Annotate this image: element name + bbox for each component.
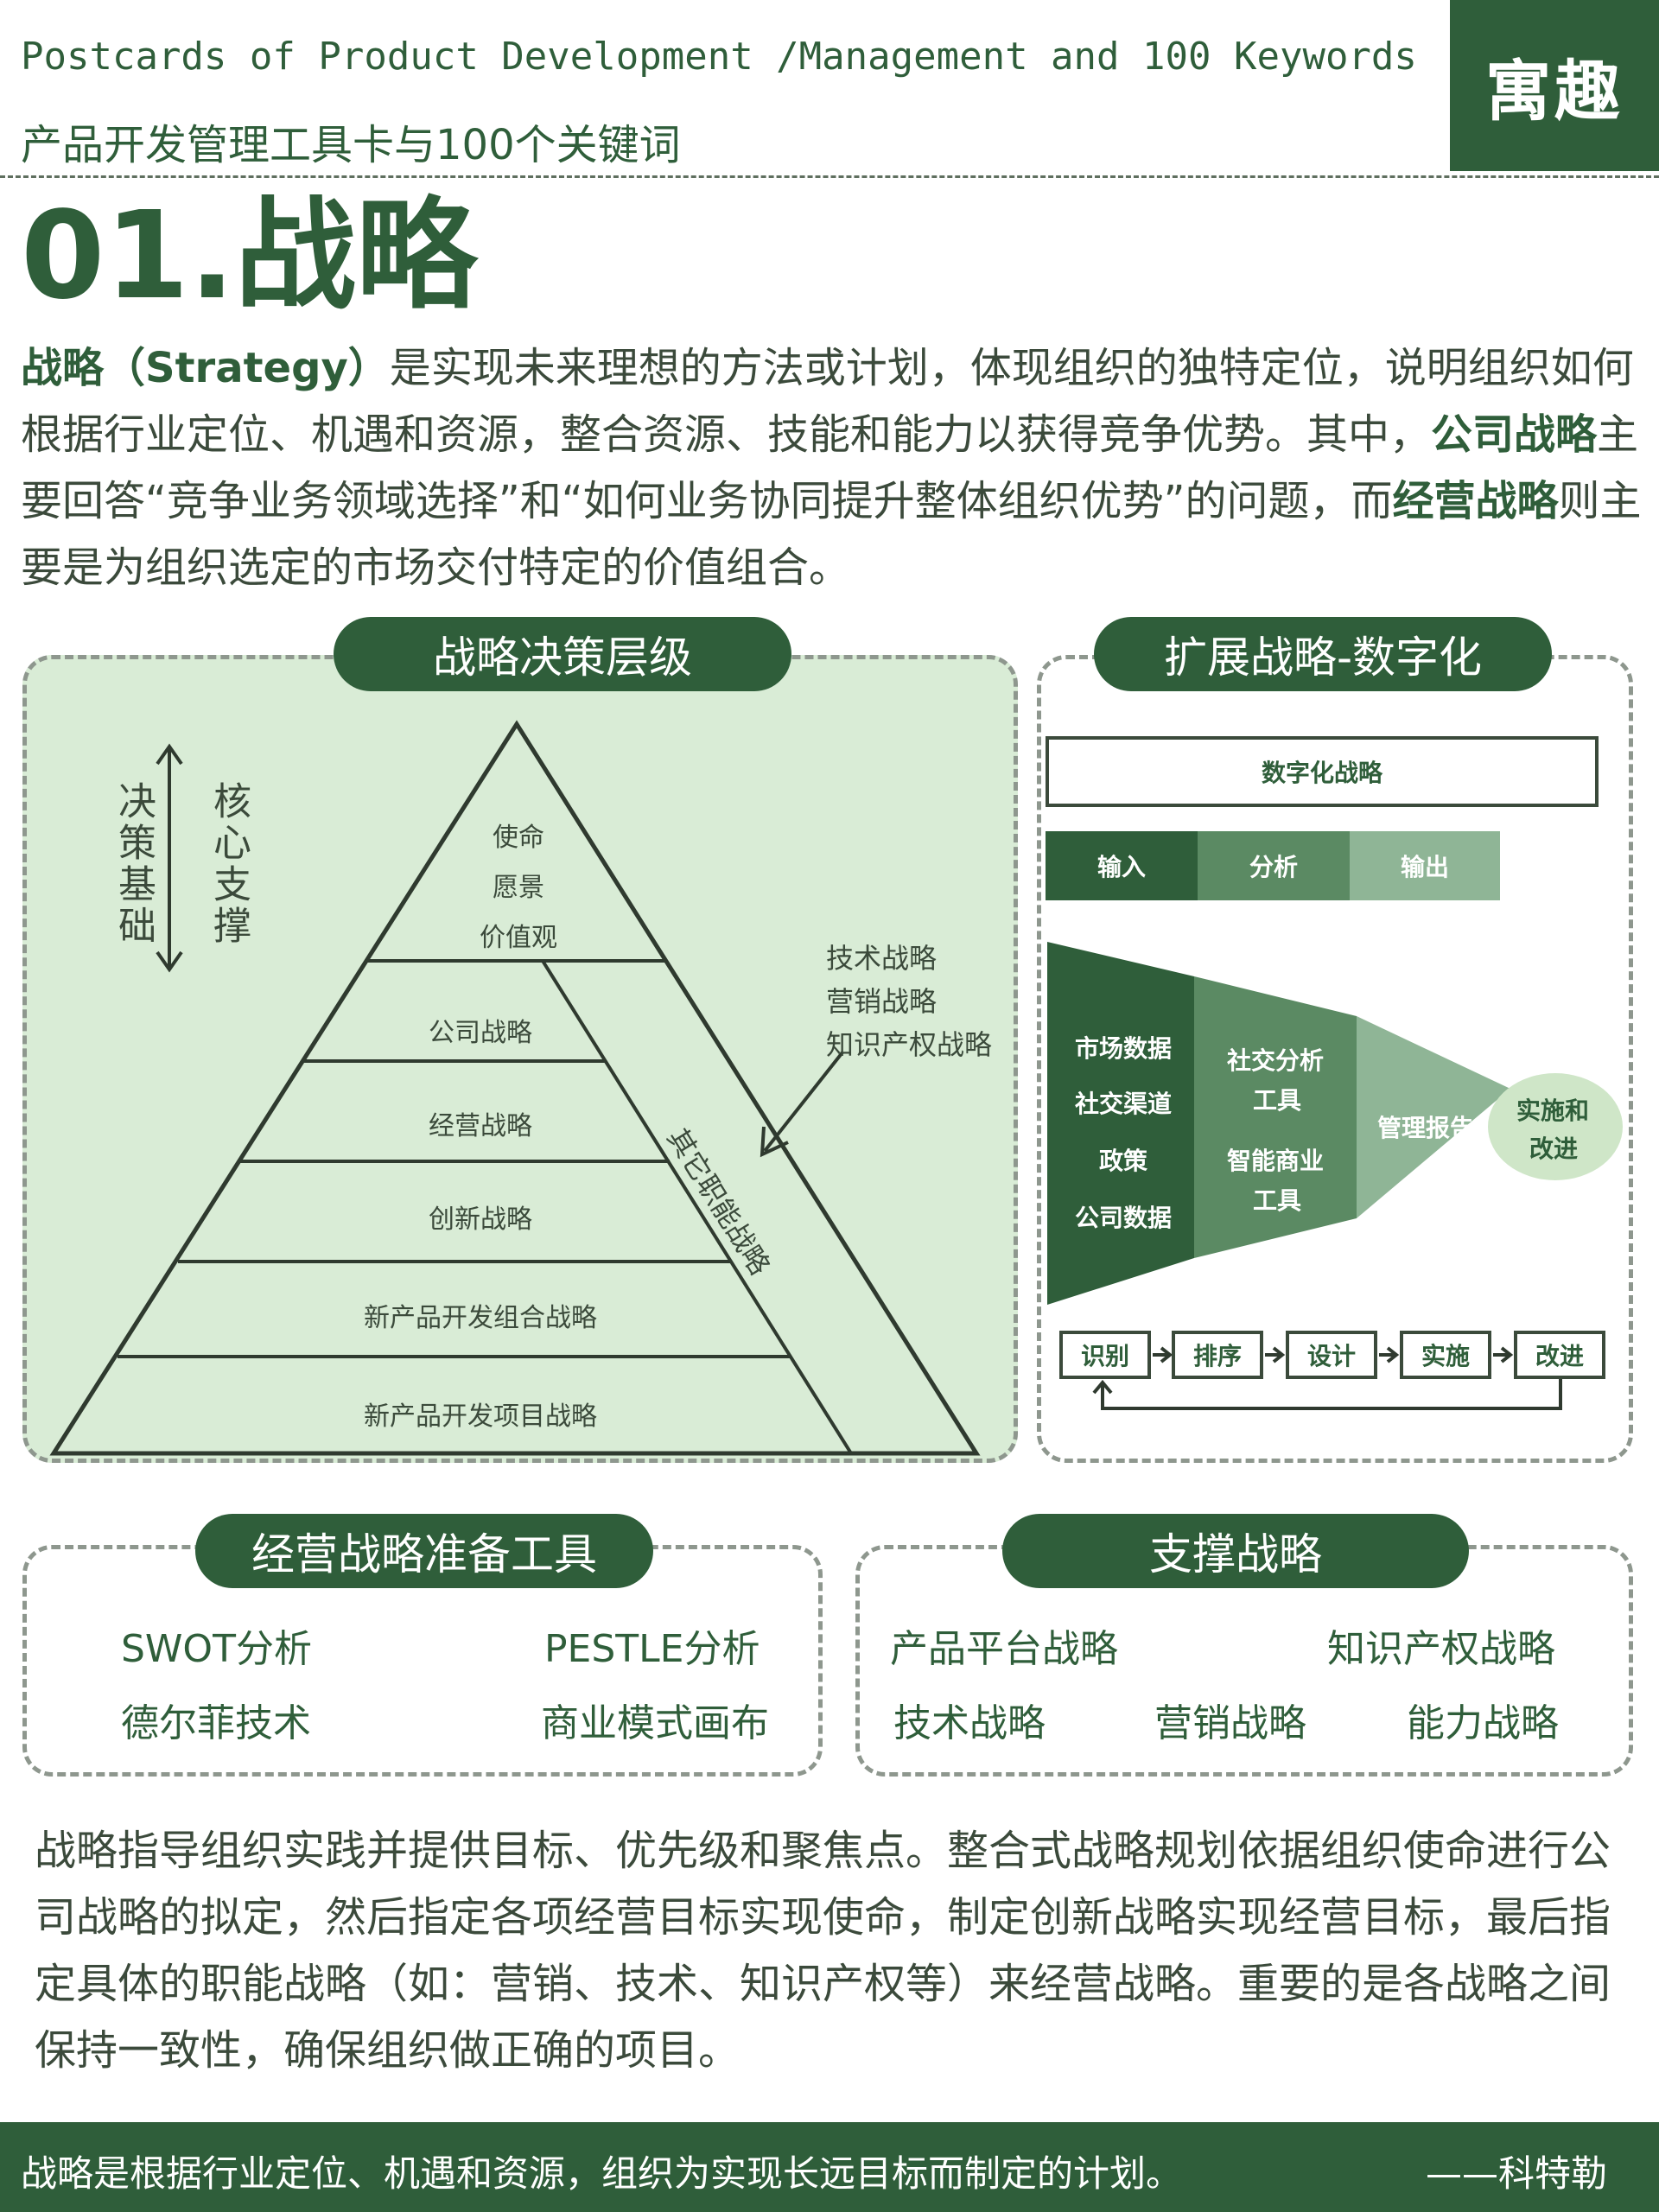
- support-platform-strategy: 产品平台战略: [890, 1627, 1118, 1671]
- analysis-social-tool-1: 社交分析: [1227, 1046, 1325, 1075]
- footer-quote: 战略是根据行业定位、机遇和资源，组织为实现长远目标而制定的计划。: [21, 2152, 1183, 2195]
- support-title: 支撑战略: [1002, 1514, 1469, 1588]
- tools-title: 经营战略准备工具: [195, 1514, 653, 1588]
- step-improve: 改进: [1514, 1331, 1605, 1379]
- tool-pestle: PESTLE分析: [544, 1627, 760, 1671]
- result-improve: 改进: [1529, 1135, 1579, 1163]
- input-policy: 政策: [1099, 1147, 1148, 1175]
- analysis-social-tool-2: 工具: [1253, 1086, 1302, 1115]
- support-ip-strategy: 知识产权战略: [1327, 1627, 1555, 1671]
- tool-swot: SWOT分析: [121, 1627, 312, 1671]
- step-implement: 实施: [1400, 1331, 1491, 1379]
- input-market-data: 市场数据: [1075, 1034, 1173, 1063]
- support-marketing-strategy: 营销战略: [1154, 1701, 1306, 1745]
- output-management-report: 管理报告: [1377, 1114, 1475, 1142]
- input-company-data: 公司数据: [1075, 1204, 1173, 1232]
- summary-paragraph: 战略指导组织实践并提供目标、优先级和聚焦点。整合式战略规划依据组织使命进行公司战…: [35, 1827, 1611, 2075]
- tool-business-model-canvas: 商业模式画布: [541, 1701, 769, 1745]
- step-identify: 识别: [1059, 1331, 1151, 1379]
- analysis-bi-tool-1: 智能商业: [1227, 1147, 1325, 1175]
- analysis-bi-tool-2: 工具: [1253, 1186, 1302, 1215]
- tool-delphi: 德尔菲技术: [121, 1701, 311, 1745]
- result-implement: 实施和: [1516, 1096, 1590, 1125]
- input-social-channels: 社交渠道: [1075, 1090, 1173, 1118]
- funnel-input-segment: [1047, 942, 1194, 1305]
- support-tech-strategy: 技术战略: [893, 1701, 1046, 1745]
- support-capability-strategy: 能力战略: [1407, 1701, 1559, 1745]
- step-design: 设计: [1286, 1331, 1377, 1379]
- footer-author: ——科特勒: [1425, 2152, 1607, 2195]
- step-prioritize: 排序: [1172, 1331, 1263, 1379]
- step-loop-back: [1101, 1379, 1562, 1410]
